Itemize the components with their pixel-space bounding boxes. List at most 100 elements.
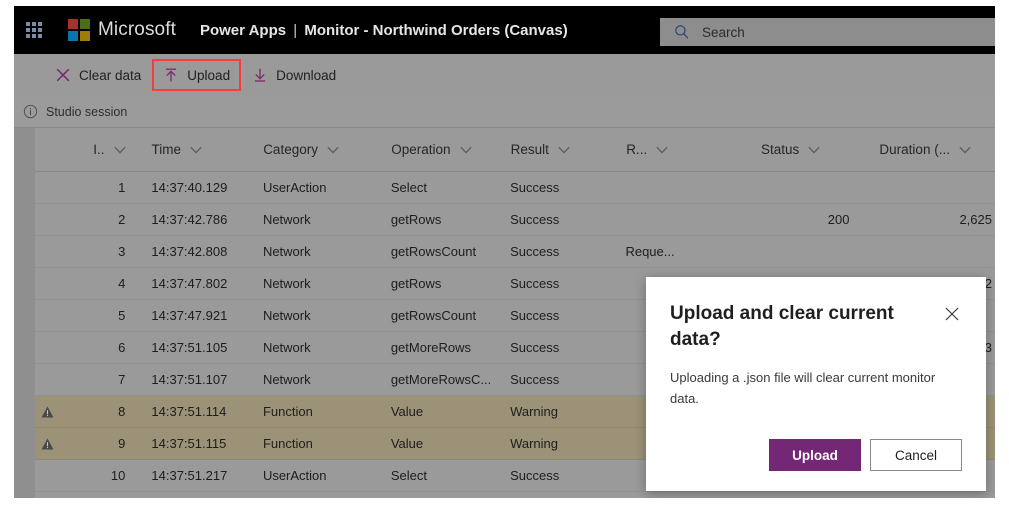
table-cell-status: 200 <box>827 212 850 227</box>
download-button[interactable]: Download <box>243 60 345 90</box>
table-row[interactable]: 2 14:37:42.786 Network getRows Success 200 2,6… <box>35 204 995 236</box>
upload-button[interactable]: Upload <box>152 59 242 91</box>
table-cell-time: 14:37:51.114 <box>151 404 227 419</box>
session-info-label: Studio session <box>46 104 128 119</box>
dialog-close-icon[interactable] <box>942 304 962 324</box>
column-header-request[interactable]: R... <box>626 142 761 157</box>
table-cell-index: 10 <box>110 468 126 483</box>
table-cell-time: 14:37:47.802 <box>151 276 228 291</box>
monitor-title: Monitor - Northwind Orders (Canvas) <box>304 21 568 39</box>
dialog-actions: Upload Cancel <box>769 439 962 471</box>
column-header-duration[interactable]: Duration (... <box>879 142 995 157</box>
chevron-down-icon <box>558 146 570 153</box>
table-cell-index: 2 <box>118 212 126 227</box>
waffle-grid-icon <box>26 22 42 38</box>
table-cell-index: 6 <box>118 340 126 355</box>
table-cell-time: 14:37:51.217 <box>151 468 228 483</box>
table-header-row: I.. Time Category Operation Result R... … <box>35 128 995 172</box>
table-cell-index: 8 <box>118 404 126 419</box>
table-row[interactable]: 1 14:37:40.129 UserAction Select Success <box>35 172 995 204</box>
table-cell-warning <box>35 406 60 418</box>
table-cell-index: 1 <box>118 180 126 195</box>
microsoft-squares-icon <box>68 19 90 41</box>
column-header-request-label: R... <box>626 142 648 157</box>
table-cell-category: Network <box>262 372 311 387</box>
monitor-app-window: Microsoft Power Apps | Monitor - Northwi… <box>14 6 995 498</box>
table-cell-category: Network <box>262 212 311 227</box>
table-cell-time: 14:37:51.115 <box>151 436 227 451</box>
chevron-down-icon <box>190 146 202 153</box>
dialog-upload-button[interactable]: Upload <box>769 439 861 471</box>
column-header-index[interactable]: I.. <box>60 142 135 157</box>
warning-triangle-icon <box>41 406 54 417</box>
table-cell-category: Network <box>262 244 311 259</box>
table-cell-result: Success <box>510 244 560 259</box>
table-cell-index: 3 <box>118 244 126 259</box>
app-launcher-button[interactable] <box>14 6 54 54</box>
table-cell-result: Success <box>510 212 560 227</box>
command-bar: Clear data Upload Download <box>14 54 995 96</box>
download-label: Download <box>276 67 337 83</box>
table-cell-category: Network <box>262 340 311 355</box>
table-cell-category: UserAction <box>262 180 327 195</box>
dialog-cancel-button[interactable]: Cancel <box>870 439 962 471</box>
table-cell-operation: Select <box>390 468 427 483</box>
info-circle-icon <box>23 104 38 119</box>
column-header-category-label: Category <box>263 142 318 157</box>
table-cell-operation: getMoreRows <box>390 340 472 355</box>
table-cell-time: 14:37:51.105 <box>151 340 228 355</box>
table-cell-operation: getRowsCount <box>390 308 477 323</box>
column-header-category[interactable]: Category <box>263 142 391 157</box>
clear-data-button[interactable]: Clear data <box>46 60 150 90</box>
table-cell-category: Network <box>262 276 311 291</box>
column-header-index-label: I.. <box>93 142 105 157</box>
upload-confirm-dialog: Upload and clear current data? Uploading… <box>646 277 986 491</box>
product-name: Power Apps <box>199 21 287 39</box>
column-header-status[interactable]: Status <box>761 142 879 157</box>
table-cell-time: 14:37:47.921 <box>151 308 228 323</box>
search-box[interactable]: Search <box>660 18 995 46</box>
column-header-status-label: Status <box>760 142 800 157</box>
clear-data-label: Clear data <box>79 67 142 83</box>
table-row[interactable]: 3 14:37:42.808 Network getRowsCount Success R… <box>35 236 995 268</box>
table-cell-result: Success <box>510 372 560 387</box>
search-icon <box>675 25 689 39</box>
table-cell-operation: getRowsCount <box>390 244 477 259</box>
search-input[interactable]: Search <box>702 25 745 40</box>
close-x-icon <box>56 68 70 82</box>
column-header-operation[interactable]: Operation <box>391 142 510 157</box>
column-header-time[interactable]: Time <box>136 142 264 157</box>
table-cell-result: Success <box>510 340 560 355</box>
warning-triangle-icon <box>41 438 54 449</box>
upload-arrow-icon <box>166 68 177 82</box>
table-cell-index: 4 <box>118 276 126 291</box>
table-cell-operation: Value <box>390 436 424 451</box>
table-cell-index: 7 <box>118 372 126 387</box>
title-separator: | <box>293 21 298 39</box>
column-header-duration-label: Duration (... <box>879 142 950 157</box>
chevron-down-icon <box>113 146 126 153</box>
top-navigation-bar: Microsoft Power Apps | Monitor - Northwi… <box>14 6 995 54</box>
microsoft-wordmark: Microsoft <box>98 19 176 40</box>
table-cell-index: 5 <box>118 308 126 323</box>
column-header-result[interactable]: Result <box>511 142 627 157</box>
table-cell-warning <box>35 438 60 450</box>
microsoft-logo[interactable]: Microsoft <box>68 19 176 41</box>
page-title: Power Apps | Monitor - Northwind Orders … <box>200 22 568 39</box>
table-cell-time: 14:37:51.107 <box>151 372 228 387</box>
table-cell-duration: 2,625 <box>959 212 992 227</box>
table-cell-operation: getRows <box>390 212 442 227</box>
chevron-down-icon <box>459 146 472 153</box>
table-cell-operation: getMoreRowsC... <box>390 372 492 387</box>
table-cell-result: Success <box>510 276 560 291</box>
table-cell-result: Success <box>510 468 560 483</box>
column-header-time-label: Time <box>151 142 182 157</box>
dialog-header: Upload and clear current data? <box>670 301 962 353</box>
table-cell-index: 9 <box>118 436 126 451</box>
table-cell-time: 14:37:40.129 <box>151 180 228 195</box>
table-cell-operation: Value <box>390 404 424 419</box>
chevron-down-icon <box>959 146 971 153</box>
upload-label: Upload <box>187 67 231 83</box>
table-cell-operation: getRows <box>390 276 442 291</box>
table-cell-category: Network <box>262 308 311 323</box>
